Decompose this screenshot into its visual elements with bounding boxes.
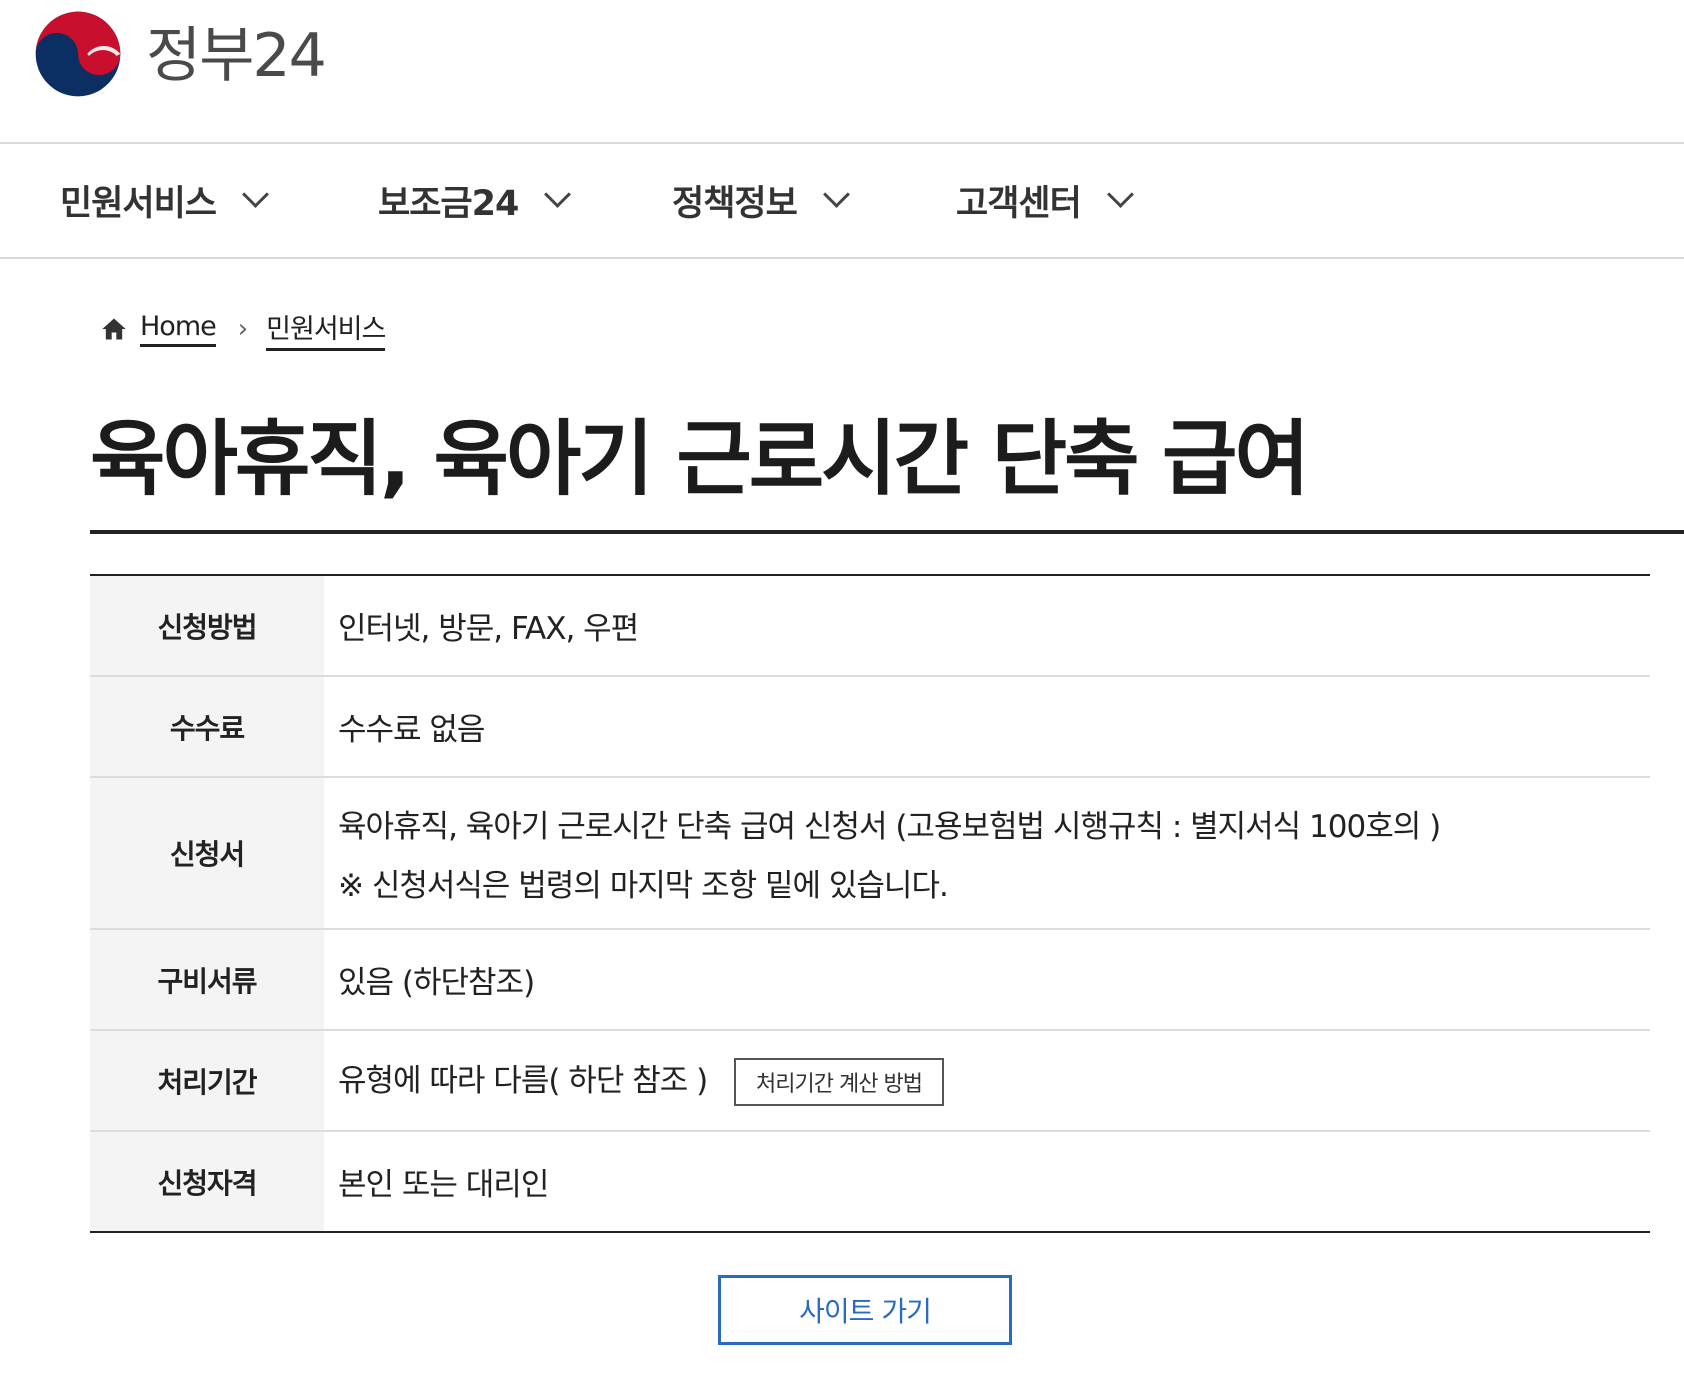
- row-value-text: 유형에 따라 다름( 하단 참조 ): [338, 1062, 708, 1099]
- chevron-down-icon: [822, 181, 850, 208]
- page-title: 육아휴직, 육아기 근로시간 단축 급여: [90, 412, 1310, 507]
- korea-taegeuk-logo-icon[interactable]: [32, 8, 124, 100]
- go-to-site-button[interactable]: 사이트 가기: [718, 1275, 1012, 1345]
- row-label: 처리기간: [90, 1031, 324, 1130]
- nav-item-customer-center[interactable]: 고객센터: [956, 144, 1134, 257]
- row-value: 인터넷, 방문, FAX, 우편: [324, 576, 1650, 675]
- breadcrumb-current-link[interactable]: 민원서비스: [266, 307, 386, 351]
- nav-item-label: 민원서비스: [60, 184, 217, 224]
- row-label: 구비서류: [90, 930, 324, 1029]
- row-value-text: 있음 (하단참조): [338, 965, 535, 1001]
- nav-item-label: 보조금24: [378, 184, 519, 224]
- table-row: 수수료 수수료 없음: [90, 677, 1650, 778]
- title-divider: [90, 530, 1684, 534]
- site-header: 정부24: [0, 0, 1684, 144]
- processing-period-calc-button[interactable]: 처리기간 계산 방법: [734, 1058, 944, 1107]
- row-value-text: 수수료 없음: [338, 712, 485, 748]
- table-row: 구비서류 있음 (하단참조): [90, 930, 1650, 1031]
- row-label: 신청자격: [90, 1132, 324, 1231]
- breadcrumb: Home › 민원서비스: [100, 305, 386, 353]
- table-row: 신청방법 인터넷, 방문, FAX, 우편: [90, 576, 1650, 677]
- row-value: 있음 (하단참조): [324, 930, 1650, 1029]
- table-row: 신청서 육아휴직, 육아기 근로시간 단축 급여 신청서 (고용보험법 시행규칙…: [90, 778, 1650, 930]
- chevron-down-icon: [1106, 181, 1134, 208]
- nav-item-civil-service[interactable]: 민원서비스: [60, 144, 269, 257]
- service-info-table: 신청방법 인터넷, 방문, FAX, 우편 수수료 수수료 없음 신청서 육아휴…: [90, 574, 1650, 1233]
- row-value-note: ※ 신청서식은 법령의 마지막 조항 밑에 있습니다.: [338, 868, 949, 904]
- home-icon[interactable]: [100, 315, 128, 343]
- breadcrumb-home-link[interactable]: Home: [140, 311, 217, 347]
- chevron-down-icon: [544, 181, 572, 208]
- row-value-text: 인터넷, 방문, FAX, 우편: [338, 611, 639, 647]
- table-row: 신청자격 본인 또는 대리인: [90, 1132, 1650, 1231]
- row-value: 수수료 없음: [324, 677, 1650, 776]
- chevron-right-icon: ›: [237, 314, 249, 344]
- nav-item-subsidy24[interactable]: 보조금24: [378, 144, 572, 257]
- row-value-line: 유형에 따라 다름( 하단 참조 ) 처리기간 계산 방법: [338, 1055, 1650, 1107]
- row-label: 신청방법: [90, 576, 324, 675]
- row-label: 신청서: [90, 778, 324, 928]
- row-value: 유형에 따라 다름( 하단 참조 ) 처리기간 계산 방법: [324, 1031, 1650, 1130]
- global-nav: 민원서비스 보조금24 정책정보 고객센터: [0, 144, 1684, 259]
- table-row: 처리기간 유형에 따라 다름( 하단 참조 ) 처리기간 계산 방법: [90, 1031, 1650, 1132]
- chevron-down-icon: [242, 181, 269, 208]
- nav-item-label: 정책정보: [672, 184, 798, 224]
- row-value-text: 육아휴직, 육아기 근로시간 단축 급여 신청서 (고용보험법 시행규칙 : 별…: [338, 809, 1441, 845]
- site-brand-name[interactable]: 정부24: [146, 16, 327, 96]
- row-label: 수수료: [90, 677, 324, 776]
- row-value: 본인 또는 대리인: [324, 1132, 1650, 1231]
- nav-item-label: 고객센터: [956, 184, 1082, 224]
- row-value-text: 본인 또는 대리인: [338, 1167, 549, 1203]
- row-value: 육아휴직, 육아기 근로시간 단축 급여 신청서 (고용보험법 시행규칙 : 별…: [324, 778, 1650, 928]
- nav-item-policy-info[interactable]: 정책정보: [672, 144, 850, 257]
